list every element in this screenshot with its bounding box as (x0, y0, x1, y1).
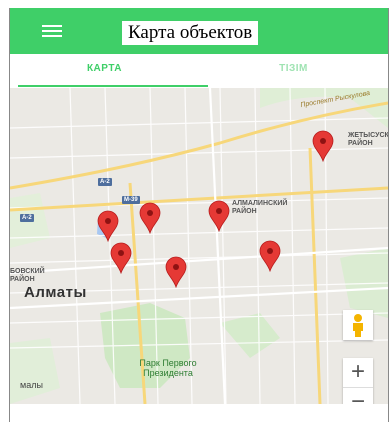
map-marker[interactable] (110, 242, 132, 274)
park-label: Парк Первого Президента (139, 358, 197, 378)
road-badge-m39: M-39 (122, 196, 140, 204)
zoom-out-button[interactable]: − (343, 388, 373, 404)
city-label: Алматы (24, 284, 87, 301)
map-marker[interactable] (139, 202, 161, 234)
map-marker[interactable] (208, 200, 230, 232)
pegman-icon[interactable] (343, 310, 373, 340)
map-marker[interactable] (259, 240, 281, 272)
zoom-in-button[interactable]: + (343, 358, 373, 388)
map-marker[interactable] (165, 256, 187, 288)
tab-list[interactable]: TIЗIM (199, 54, 388, 88)
frame-edge-right (388, 8, 389, 422)
page-title: Карта объектов (122, 21, 259, 45)
tab-bar: КАРТА TIЗIM (10, 54, 388, 88)
app-bar: Карта объектов (10, 8, 388, 54)
district-label-zhetysu: ЖЕТЫСУСКИЙ РАЙОН (348, 132, 388, 147)
road-badge-a2-top: A-2 (98, 178, 112, 186)
map-marker[interactable] (312, 130, 334, 162)
app-frame: Карта объектов КАРТА TIЗIM A-2 M-39 A-2 … (10, 8, 388, 422)
district-label-almaly: АЛМАЛИНСКИЙ РАЙОН (232, 200, 288, 215)
tab-map[interactable]: КАРТА (10, 54, 199, 88)
road-badge-a2-left: A-2 (20, 214, 34, 222)
map-marker[interactable] (97, 210, 119, 242)
district-label-bostandyk: БОВСКИЙ РАЙОН (10, 268, 45, 283)
hamburger-menu-icon[interactable] (42, 20, 64, 42)
bottom-left-label: малы (20, 380, 43, 390)
zoom-controls: + − (343, 358, 373, 404)
map-view[interactable]: A-2 M-39 A-2 Проспект Рыскулова ЖЕТЫСУСК… (10, 88, 388, 404)
active-tab-indicator (18, 85, 208, 87)
bottom-strip (10, 404, 388, 422)
